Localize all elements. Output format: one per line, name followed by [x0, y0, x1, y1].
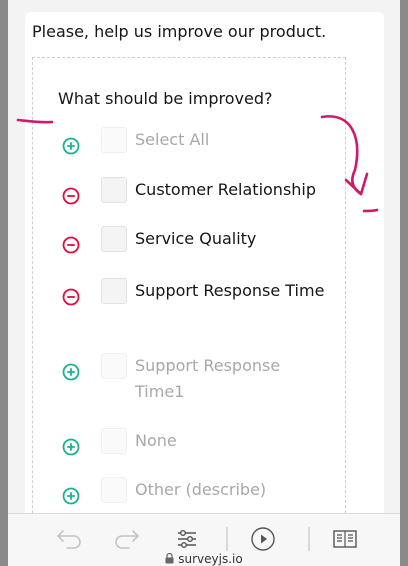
choice-label: Select All [135, 130, 210, 149]
question-title: What should be improved? [58, 89, 273, 108]
remove-icon[interactable] [62, 288, 80, 306]
remove-icon[interactable] [62, 236, 80, 254]
checkbox[interactable] [101, 428, 127, 454]
reader-icon[interactable] [330, 524, 360, 554]
choice-label: None [135, 431, 177, 450]
checkbox[interactable] [101, 177, 127, 203]
choice-label: Support Response Time1 [135, 356, 281, 401]
add-icon[interactable] [62, 137, 80, 155]
add-icon[interactable] [62, 363, 80, 381]
toolbar-divider [308, 524, 310, 554]
url-text: surveyjs.io [178, 552, 243, 566]
add-icon[interactable] [62, 487, 80, 505]
survey-title: Please, help us improve our product. [32, 22, 327, 41]
lock-icon [165, 552, 174, 566]
choice-label: Support Response Time [135, 281, 325, 300]
checkbox[interactable] [101, 477, 127, 503]
choice-label: Service Quality [135, 229, 257, 248]
choice-label: Other (describe) [135, 480, 267, 499]
address-bar[interactable]: surveyjs.io [8, 552, 400, 566]
toolbar-divider [226, 524, 228, 554]
phone-frame: Please, help us improve our product. Wha… [8, 0, 400, 566]
choice-label: Customer Relationship [135, 180, 317, 199]
settings-icon[interactable] [172, 524, 202, 554]
back-icon[interactable] [54, 524, 84, 554]
play-icon[interactable] [248, 524, 278, 554]
remove-icon[interactable] [62, 187, 80, 205]
checkbox[interactable] [101, 127, 127, 153]
add-icon[interactable] [62, 438, 80, 456]
checkbox[interactable] [101, 353, 127, 379]
forward-icon[interactable] [112, 524, 142, 554]
browser-toolbar: surveyjs.io [8, 513, 400, 566]
checkbox[interactable] [101, 226, 127, 252]
checkbox[interactable] [101, 278, 127, 304]
